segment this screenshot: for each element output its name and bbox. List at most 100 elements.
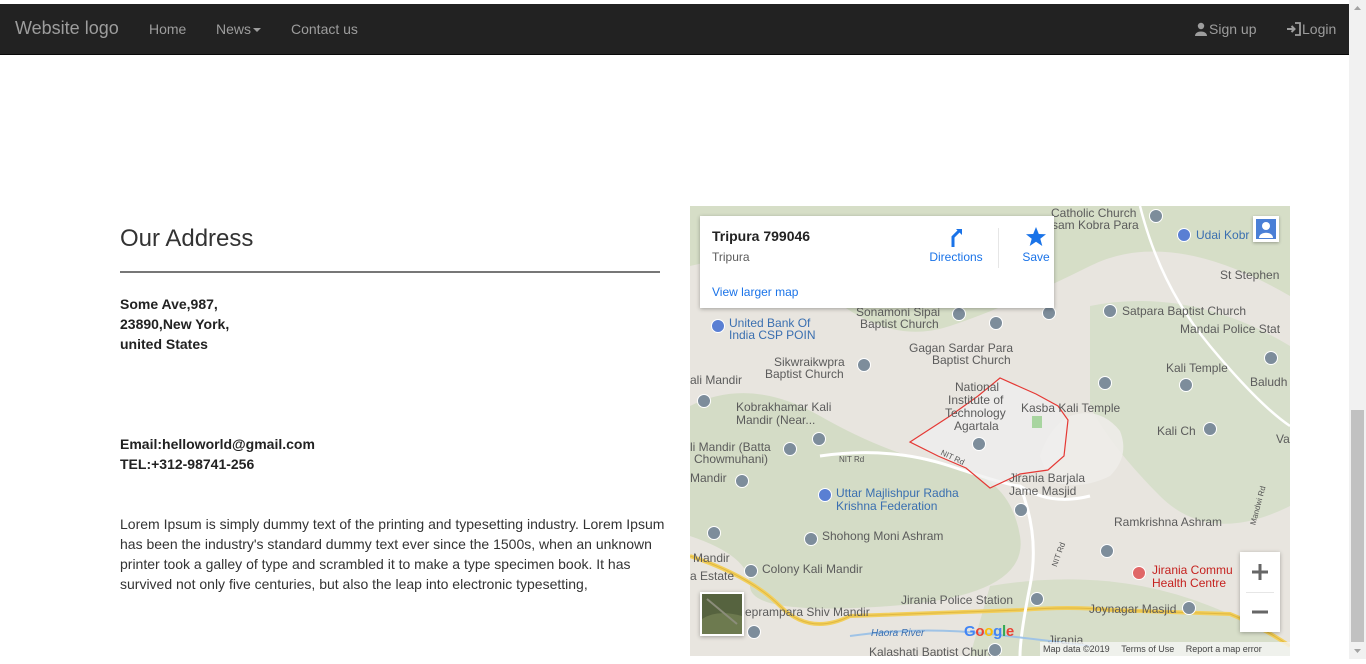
map-poi-icon[interactable] bbox=[1203, 422, 1217, 436]
map-label: Joynagar Masjid bbox=[1089, 602, 1177, 616]
map-label: Ramkrishna Ashram bbox=[1114, 515, 1223, 529]
map-label: Jirania Barjala bbox=[1009, 471, 1086, 485]
map-label: St Stephen bbox=[1220, 268, 1280, 282]
map-label: Kobrakhamar Kali bbox=[736, 400, 832, 414]
road-label: NIT Rd bbox=[839, 455, 865, 464]
report-error-link[interactable]: Report a map error bbox=[1186, 644, 1262, 654]
map-footer: Map data ©2019 Terms of Use Report a map… bbox=[1040, 642, 1290, 656]
directions-button[interactable]: Directions bbox=[926, 226, 986, 264]
map-label: Kalashati Baptist Church bbox=[869, 645, 1001, 656]
view-larger-map-link[interactable]: View larger map bbox=[712, 285, 798, 299]
map-label: Satpara Baptist Church bbox=[1122, 304, 1247, 318]
map-label: Mandir (Near... bbox=[736, 413, 816, 427]
signup-link[interactable]: Sign up bbox=[1194, 21, 1256, 37]
map-label: India CSP POIN bbox=[729, 328, 816, 342]
caret-down-icon bbox=[253, 28, 262, 33]
street-view-pegman-button[interactable] bbox=[1253, 216, 1279, 242]
map-poi-icon[interactable] bbox=[812, 432, 826, 446]
map-poi-icon[interactable] bbox=[804, 532, 818, 546]
map-poi-icon[interactable] bbox=[744, 564, 758, 578]
map-poi-icon[interactable] bbox=[1100, 544, 1114, 558]
embedded-map[interactable]: Catholic Church sam Kobra Para Udai Kobr… bbox=[690, 206, 1290, 656]
nav-home[interactable]: Home bbox=[149, 21, 186, 37]
login-link[interactable]: Login bbox=[1286, 21, 1336, 37]
map-poi-icon[interactable] bbox=[989, 316, 1003, 330]
map-poi-icon[interactable] bbox=[1042, 306, 1056, 320]
map-label: Mandai Police Stat bbox=[1180, 322, 1281, 336]
scroll-up-arrow-icon[interactable] bbox=[1349, 0, 1366, 17]
phone-text: TEL:+312-98741-256 bbox=[120, 456, 255, 472]
map-label: Shohong Moni Ashram bbox=[822, 529, 944, 543]
map-label: Udai Kobr bbox=[1196, 228, 1250, 242]
nav-news-dropdown[interactable]: News bbox=[216, 21, 262, 37]
map-label: Krishna Federation bbox=[836, 499, 938, 513]
contact-details: Email:helloworld@gmail.com TEL:+312-9874… bbox=[120, 434, 315, 474]
star-icon bbox=[1026, 227, 1046, 246]
map-poi-icon[interactable] bbox=[1149, 209, 1163, 223]
map-label: Baptist Church bbox=[932, 353, 1011, 367]
zoom-controls bbox=[1240, 552, 1280, 632]
map-poi-icon[interactable] bbox=[707, 526, 721, 540]
map-label: Institute of bbox=[948, 393, 1004, 407]
map-label: Mandir bbox=[693, 551, 730, 565]
card-divider bbox=[998, 228, 999, 268]
navbar: Website logo Home News Contact us Sign u… bbox=[0, 4, 1349, 55]
map-poi-icon[interactable] bbox=[1182, 601, 1196, 615]
map-poi-icon[interactable] bbox=[711, 319, 725, 333]
map-label: Uttar Majlishpur Radha bbox=[836, 486, 959, 500]
nav-contact[interactable]: Contact us bbox=[291, 21, 358, 37]
save-label: Save bbox=[1022, 250, 1050, 264]
zoom-in-button[interactable] bbox=[1240, 552, 1280, 592]
address-title: Our Address bbox=[120, 225, 254, 252]
scroll-down-arrow-icon[interactable] bbox=[1349, 642, 1366, 659]
terms-link[interactable]: Terms of Use bbox=[1121, 644, 1174, 654]
river-label: Haora River bbox=[871, 628, 925, 639]
map-label: Agartala bbox=[954, 419, 999, 433]
map-poi-icon[interactable] bbox=[857, 358, 871, 372]
map-label: Baludh bbox=[1250, 375, 1288, 389]
map-poi-icon[interactable] bbox=[972, 437, 986, 451]
place-title: Tripura 799046 bbox=[712, 228, 811, 244]
map-poi-icon[interactable] bbox=[1098, 376, 1112, 390]
map-poi-icon[interactable] bbox=[735, 474, 749, 488]
map-poi-icon[interactable] bbox=[697, 394, 711, 408]
page-scrollbar[interactable] bbox=[1349, 0, 1366, 659]
map-label: Kali Temple bbox=[1166, 361, 1228, 375]
map-label: Mandir bbox=[690, 471, 727, 485]
address-line: Some Ave,987, bbox=[120, 296, 218, 312]
save-button[interactable]: Save bbox=[1006, 226, 1066, 264]
map-label: Baptist Church bbox=[860, 317, 939, 331]
signup-label: Sign up bbox=[1209, 21, 1257, 37]
map-label: eprampara Shiv Mandir bbox=[745, 605, 870, 619]
map-poi-icon[interactable] bbox=[1030, 592, 1044, 606]
map-poi-icon[interactable] bbox=[1264, 351, 1278, 365]
map-poi-icon[interactable] bbox=[1179, 378, 1193, 392]
email-text: Email:helloworld@gmail.com bbox=[120, 436, 315, 452]
map-poi-icon[interactable] bbox=[783, 442, 797, 456]
directions-icon bbox=[951, 229, 962, 247]
map-poi-icon[interactable] bbox=[1103, 304, 1117, 318]
map-poi-icon[interactable] bbox=[1177, 228, 1191, 242]
map-label: Jirania Police Station bbox=[901, 593, 1014, 607]
website-logo[interactable]: Website logo bbox=[15, 18, 119, 39]
map-poi-icon[interactable] bbox=[952, 307, 966, 321]
scrollbar-thumb[interactable] bbox=[1351, 410, 1364, 642]
map-poi-icon[interactable] bbox=[818, 488, 832, 502]
zoom-out-button[interactable] bbox=[1240, 592, 1280, 632]
map-poi-icon[interactable] bbox=[1014, 503, 1028, 517]
satellite-thumbnail-icon bbox=[702, 594, 742, 634]
minus-icon bbox=[1252, 610, 1268, 614]
map-poi-icon[interactable] bbox=[988, 643, 1002, 656]
map-label: Health Centre bbox=[1152, 576, 1227, 590]
map-label: National bbox=[955, 380, 1000, 394]
map-poi-icon[interactable] bbox=[747, 625, 761, 639]
satellite-toggle[interactable] bbox=[700, 592, 744, 636]
map-info-card: Tripura 799046 Tripura View larger map D… bbox=[700, 216, 1054, 308]
title-divider bbox=[120, 271, 660, 273]
google-logo[interactable]: Google bbox=[964, 623, 1014, 640]
map-poi-icon[interactable] bbox=[1132, 566, 1146, 580]
place-subtitle: Tripura bbox=[712, 250, 750, 264]
postal-address: Some Ave,987, 23890,New York, united Sta… bbox=[120, 294, 229, 354]
map-label: Kali Ch bbox=[1157, 424, 1196, 438]
map-label: a Estate bbox=[690, 569, 735, 583]
